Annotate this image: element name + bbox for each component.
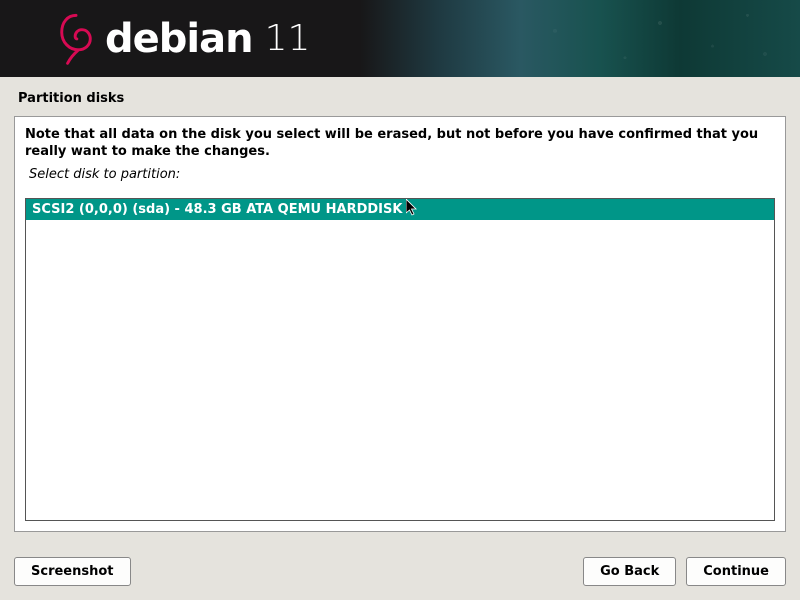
nav-button-group: Go Back Continue	[583, 557, 786, 586]
continue-button[interactable]: Continue	[686, 557, 786, 586]
content-panel: Note that all data on the disk you selec…	[14, 116, 786, 532]
go-back-button[interactable]: Go Back	[583, 557, 676, 586]
header-decoration	[450, 0, 800, 77]
debian-swirl-icon	[55, 11, 97, 66]
warning-text: Note that all data on the disk you selec…	[15, 117, 785, 167]
disk-option[interactable]: SCSI2 (0,0,0) (sda) - 48.3 GB ATA QEMU H…	[26, 199, 774, 220]
brand-name: debian	[105, 16, 253, 62]
brand-version: 11	[265, 18, 311, 59]
button-bar: Screenshot Go Back Continue	[14, 557, 786, 586]
disk-list[interactable]: SCSI2 (0,0,0) (sda) - 48.3 GB ATA QEMU H…	[25, 198, 775, 521]
installer-header: debian 11	[0, 0, 800, 77]
page-title: Partition disks	[0, 77, 800, 116]
prompt-text: Select disk to partition:	[15, 167, 785, 188]
screenshot-button[interactable]: Screenshot	[14, 557, 131, 586]
